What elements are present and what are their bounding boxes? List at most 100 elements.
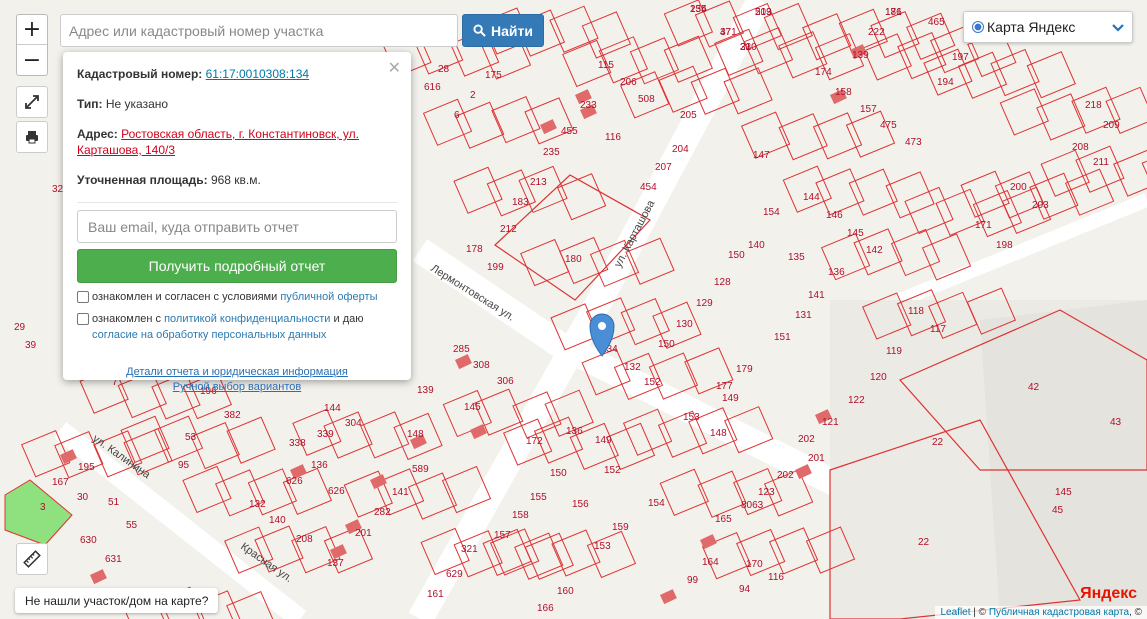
parcel-label: 116 bbox=[605, 132, 621, 143]
get-report-button[interactable]: Получить подробный отчет bbox=[77, 249, 397, 283]
checkbox-icon[interactable] bbox=[77, 291, 89, 303]
parcel-label: 145 bbox=[847, 228, 864, 239]
parcel-label: 30 bbox=[77, 492, 89, 503]
parcel-label: 175 bbox=[485, 70, 502, 81]
parcel-label: 119 bbox=[886, 346, 902, 357]
leaflet-link[interactable]: Leaflet bbox=[940, 607, 970, 618]
parcel-label: 131 bbox=[795, 310, 812, 321]
print-button[interactable] bbox=[16, 121, 48, 153]
parcel-label: 166 bbox=[537, 603, 554, 614]
parcel-label: 160 bbox=[557, 586, 574, 597]
parcel-label: 123 bbox=[758, 487, 775, 498]
type-row: Тип: Не указано bbox=[77, 96, 397, 112]
parcel-label: 475 bbox=[880, 120, 897, 131]
parcel-label: 154 bbox=[763, 207, 780, 218]
manual-selection-link[interactable]: Ручной выбор вариантов bbox=[77, 380, 397, 395]
offer-consent-checkbox[interactable]: ознакомлен и согласен с условиями публич… bbox=[77, 289, 397, 305]
report-details-link[interactable]: Детали отчета и юридическая информация bbox=[77, 365, 397, 380]
parcel-label: 201 bbox=[808, 453, 825, 464]
parcel-label: 183 bbox=[512, 197, 529, 208]
building bbox=[370, 474, 387, 490]
parcel-label: 200 bbox=[1010, 182, 1027, 193]
cadastral-number-label: Кадастровый номер: bbox=[77, 67, 203, 81]
offer-consent-label: ознакомлен и согласен с условиями публич… bbox=[92, 289, 378, 305]
parcel-label: 473 bbox=[905, 137, 922, 148]
popup-links: Детали отчета и юридическая информация Р… bbox=[77, 365, 397, 395]
yandex-logo: Яндекс bbox=[1080, 585, 1137, 603]
parcel-label: 285 bbox=[453, 344, 470, 355]
parcel-label: 152 bbox=[604, 465, 621, 476]
parcel-boundary bbox=[897, 31, 947, 80]
parcel-label: 140 bbox=[748, 240, 765, 251]
parcel-label: 94 bbox=[739, 584, 751, 595]
area-row: Уточненная площадь: 968 кв.м. bbox=[77, 172, 397, 188]
parcel-label: 153 bbox=[594, 541, 611, 552]
attribution-tail: , © bbox=[1129, 607, 1142, 618]
parcel-label: 55 bbox=[126, 520, 138, 531]
email-field[interactable] bbox=[77, 210, 397, 243]
not-found-button[interactable]: Не нашли участок/дом на карте? bbox=[15, 588, 219, 613]
address-link[interactable]: Ростовская область, г. Константиновск, у… bbox=[77, 127, 359, 157]
fullscreen-button[interactable] bbox=[16, 86, 48, 118]
parcel-label: 382 bbox=[224, 410, 241, 421]
parcel-label: 117 bbox=[930, 324, 946, 335]
parcel-label: 154 bbox=[648, 498, 665, 509]
address-label: Адрес: bbox=[77, 127, 118, 141]
checkbox-icon[interactable] bbox=[77, 313, 89, 325]
building bbox=[89, 569, 107, 585]
parcel-label: 219 bbox=[755, 7, 772, 18]
parcel-label: 198 bbox=[996, 240, 1013, 251]
parcel-label: 339 bbox=[317, 429, 334, 440]
ruler-button[interactable] bbox=[16, 543, 48, 575]
parcel-label: 122 bbox=[848, 395, 865, 406]
parcel-label: 136 bbox=[311, 460, 328, 471]
parcel-label: 45 bbox=[1052, 505, 1064, 516]
map-layer-select[interactable]: Карта Яндекс bbox=[963, 11, 1133, 43]
personal-data-consent-link[interactable]: согласие на обработку персональных данны… bbox=[92, 329, 326, 341]
parcel-boundary bbox=[1029, 172, 1079, 220]
parcel-label: 222 bbox=[868, 27, 885, 38]
parcel-label: 167 bbox=[52, 477, 69, 488]
parcel-label: 508 bbox=[638, 94, 655, 105]
parcel-label: 139 bbox=[417, 385, 434, 396]
search-button[interactable]: Найти bbox=[462, 14, 544, 47]
parcel-label: 135 bbox=[788, 252, 805, 263]
search-input[interactable] bbox=[60, 14, 458, 47]
privacy-consent-checkbox[interactable]: ознакомлен с политикой конфиденциальност… bbox=[77, 311, 397, 343]
parcel-label: 149 bbox=[722, 393, 739, 404]
parcel-label: 3 bbox=[40, 502, 46, 513]
close-icon[interactable]: ✕ bbox=[388, 58, 401, 77]
zoom-in-button[interactable]: + bbox=[17, 15, 47, 45]
parcel-label: 152 bbox=[644, 377, 661, 388]
search-button-label: Найти bbox=[491, 22, 533, 39]
building bbox=[455, 354, 472, 370]
parcel-label: 137 bbox=[327, 558, 344, 569]
parcel-label: 211 bbox=[1093, 157, 1109, 168]
zoom-out-button[interactable]: − bbox=[17, 45, 47, 75]
radio-icon bbox=[972, 21, 984, 33]
consent-text: и даю bbox=[330, 313, 364, 325]
parcel-label: 206 bbox=[620, 77, 637, 88]
chevron-down-icon bbox=[1112, 19, 1124, 35]
parcel-label: 195 bbox=[78, 462, 95, 473]
parcel-label: 8063 bbox=[741, 500, 764, 511]
parcel-label: 6 bbox=[454, 110, 460, 121]
parcel-label: 22 bbox=[932, 437, 944, 448]
parcel-label: 158 bbox=[512, 510, 529, 521]
parcel-label: 140 bbox=[269, 515, 286, 526]
parcel-boundary bbox=[845, 110, 896, 158]
parcel-label: 28 bbox=[438, 64, 450, 75]
pkk-link[interactable]: Публичная кадастровая карта bbox=[989, 607, 1129, 618]
parcel-label: 2 bbox=[470, 90, 476, 101]
privacy-policy-link[interactable]: политикой конфиденциальности bbox=[164, 313, 330, 325]
parcel-info-popup: ✕ Кадастровый номер: 61:17:0010308:134 Т… bbox=[63, 52, 411, 393]
public-offer-link[interactable]: публичной оферты bbox=[280, 291, 377, 303]
parcel-boundary bbox=[990, 48, 1040, 97]
building bbox=[660, 589, 677, 605]
parcel-label: 308 bbox=[473, 360, 490, 371]
parcel-label: 157 bbox=[494, 530, 511, 541]
parcel-label: 146 bbox=[826, 210, 843, 221]
parcel-label: 120 bbox=[870, 372, 887, 383]
cadastral-number-link[interactable]: 61:17:0010308:134 bbox=[206, 67, 309, 81]
parcel-label: 136 bbox=[566, 426, 583, 437]
